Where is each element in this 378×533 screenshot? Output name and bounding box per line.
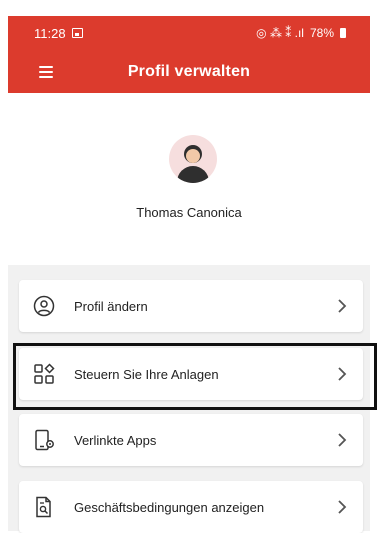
battery-icon — [340, 28, 346, 38]
menu-item-edit-profile[interactable]: Profil ändern — [19, 280, 363, 332]
status-indicators: ◎ ⁂ ⁑ .ıl 78% — [256, 26, 346, 40]
chevron-right-icon — [333, 366, 351, 382]
battery-percent: 78% — [309, 26, 334, 40]
menu-item-control-devices[interactable]: Steuern Sie Ihre Anlagen — [19, 348, 363, 400]
app-bar: Profil verwalten — [8, 50, 370, 93]
menu-item-label: Steuern Sie Ihre Anlagen — [74, 366, 219, 382]
page-title: Profil verwalten — [127, 62, 251, 80]
menu-item-terms[interactable]: Geschäftsbedingungen anzeigen — [19, 481, 363, 533]
document-search-icon — [33, 496, 55, 518]
menu-item-linked-apps[interactable]: Verlinkte Apps — [19, 414, 363, 466]
chevron-right-icon — [333, 432, 351, 448]
status-time: 11:28 — [34, 25, 66, 41]
user-name: Thomas Canonica — [136, 205, 242, 220]
user-circle-icon — [33, 295, 55, 317]
chevron-right-icon — [333, 298, 351, 314]
image-notification-icon — [71, 28, 83, 38]
chevron-right-icon — [333, 499, 351, 515]
status-time-group: 11:28 — [34, 26, 83, 41]
linked-phone-icon — [33, 429, 55, 451]
hamburger-menu-icon[interactable] — [39, 65, 53, 78]
profile-section: Thomas Canonica — [8, 93, 370, 265]
signal-icons: ◎ ⁂ ⁑ .ıl — [256, 26, 304, 40]
menu-item-label: Profil ändern — [74, 298, 148, 314]
menu-item-label: Verlinkte Apps — [74, 432, 157, 448]
menu-item-label: Geschäftsbedingungen anzeigen — [74, 499, 265, 515]
avatar[interactable] — [169, 135, 217, 183]
status-bar: 11:28 ◎ ⁂ ⁑ .ıl 78% — [8, 16, 370, 50]
devices-grid-icon — [33, 363, 55, 385]
